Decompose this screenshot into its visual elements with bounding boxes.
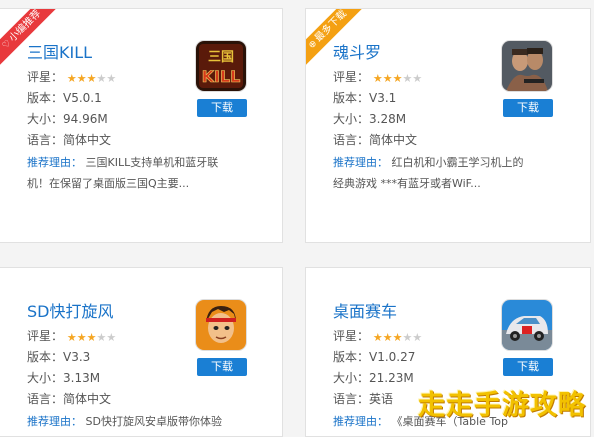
language-value: 简体中文 — [63, 133, 112, 147]
size-row: 大小：3.28M — [333, 112, 407, 126]
size-value: 21.23M — [369, 371, 414, 385]
version-value: V5.0.1 — [63, 91, 102, 105]
size-row: 大小：3.13M — [27, 371, 101, 385]
size-value: 3.13M — [63, 371, 101, 385]
star-icon: ★ — [106, 72, 117, 85]
rating-stars: ★★★★★ — [67, 72, 116, 85]
star-icon: ★ — [96, 331, 107, 344]
star-icon: ★ — [382, 331, 393, 344]
rating-row: 评星： ★★★★★ — [333, 70, 423, 85]
app-title[interactable]: 桌面赛车 — [333, 298, 397, 322]
version-row: 版本：V3.3 — [27, 350, 91, 364]
star-icon: ★ — [76, 72, 87, 85]
size-value: 3.28M — [369, 112, 407, 126]
app-title[interactable]: 魂斗罗 — [333, 39, 381, 63]
star-icon: ★ — [76, 331, 87, 344]
app-icon-sd-fighter[interactable] — [196, 300, 246, 350]
size-row: 大小：94.96M — [27, 112, 108, 126]
star-icon: ★ — [402, 72, 413, 85]
rating-stars: ★★★★★ — [373, 72, 422, 85]
app-card: ⊕最多下载 魂斗罗 评星： ★★★★★ 版本：V3.1 大小：3.28M 语言：… — [305, 8, 591, 243]
star-icon: ★ — [372, 72, 383, 85]
download-button[interactable]: 下载 — [197, 358, 247, 376]
size-value: 94.96M — [63, 112, 108, 126]
version-value: V1.0.27 — [369, 350, 416, 364]
app-title[interactable]: 三国KILL — [27, 39, 92, 63]
download-button[interactable]: 下载 — [503, 99, 553, 117]
language-row: 语言：英语 — [333, 392, 394, 406]
app-icon-contra[interactable] — [502, 41, 552, 91]
svg-text:KILL: KILL — [202, 67, 241, 86]
star-icon: ★ — [66, 331, 77, 344]
star-icon: ★ — [392, 72, 403, 85]
star-icon: ★ — [402, 331, 413, 344]
star-icon: ★ — [106, 331, 117, 344]
site-watermark: 走走手游攻略 — [418, 390, 586, 421]
rating-stars: ★★★★★ — [67, 331, 116, 344]
rating-row: 评星： ★★★★★ — [333, 329, 423, 344]
star-icon: ★ — [412, 72, 423, 85]
recommend-reason: 推荐理由： 红白机和小霸王学习机上的 经典游戏 ***有蓝牙或者WiF... — [333, 156, 524, 190]
svg-text:三国: 三国 — [208, 50, 234, 65]
star-icon: ★ — [392, 331, 403, 344]
language-value: 简体中文 — [369, 133, 418, 147]
version-row: 版本：V5.0.1 — [27, 91, 102, 105]
language-row: 语言：简体中文 — [27, 133, 112, 147]
language-row: 语言：简体中文 — [27, 392, 112, 406]
size-row: 大小：21.23M — [333, 371, 414, 385]
version-value: V3.3 — [63, 350, 91, 364]
version-row: 版本：V3.1 — [333, 91, 397, 105]
star-icon: ★ — [96, 72, 107, 85]
rating-row: 评星： ★★★★★ — [27, 70, 117, 85]
rating-stars: ★★★★★ — [373, 331, 422, 344]
app-title[interactable]: SD快打旋风 — [27, 298, 113, 322]
star-icon: ★ — [66, 72, 77, 85]
star-icon: ★ — [86, 72, 97, 85]
rating-row: 评星： ★★★★★ — [27, 329, 117, 344]
app-card: SD快打旋风 评星： ★★★★★ 版本：V3.3 大小：3.13M 语言：简体中… — [0, 267, 283, 437]
download-button[interactable]: 下载 — [503, 358, 553, 376]
star-icon: ★ — [372, 331, 383, 344]
star-icon: ★ — [412, 331, 423, 344]
recommend-reason: 推荐理由： SD快打旋风安卓版带你体验 — [27, 415, 222, 428]
recommend-reason: 推荐理由： 三国KILL支持单机和蓝牙联 机！在保留了桌面版三国Q主要... — [27, 156, 219, 190]
app-icon-sanguo-kill[interactable]: 三国 KILL — [196, 41, 246, 91]
version-value: V3.1 — [369, 91, 397, 105]
app-card: ♡小编推荐 三国KILL 评星： ★★★★★ 版本：V5.0.1 大小：94.9… — [0, 8, 283, 243]
language-value: 英语 — [369, 392, 394, 406]
download-button[interactable]: 下载 — [197, 99, 247, 117]
star-icon: ★ — [382, 72, 393, 85]
language-value: 简体中文 — [63, 392, 112, 406]
app-icon-table-top-racing[interactable] — [502, 300, 552, 350]
version-row: 版本：V1.0.27 — [333, 350, 416, 364]
language-row: 语言：简体中文 — [333, 133, 418, 147]
star-icon: ★ — [86, 331, 97, 344]
